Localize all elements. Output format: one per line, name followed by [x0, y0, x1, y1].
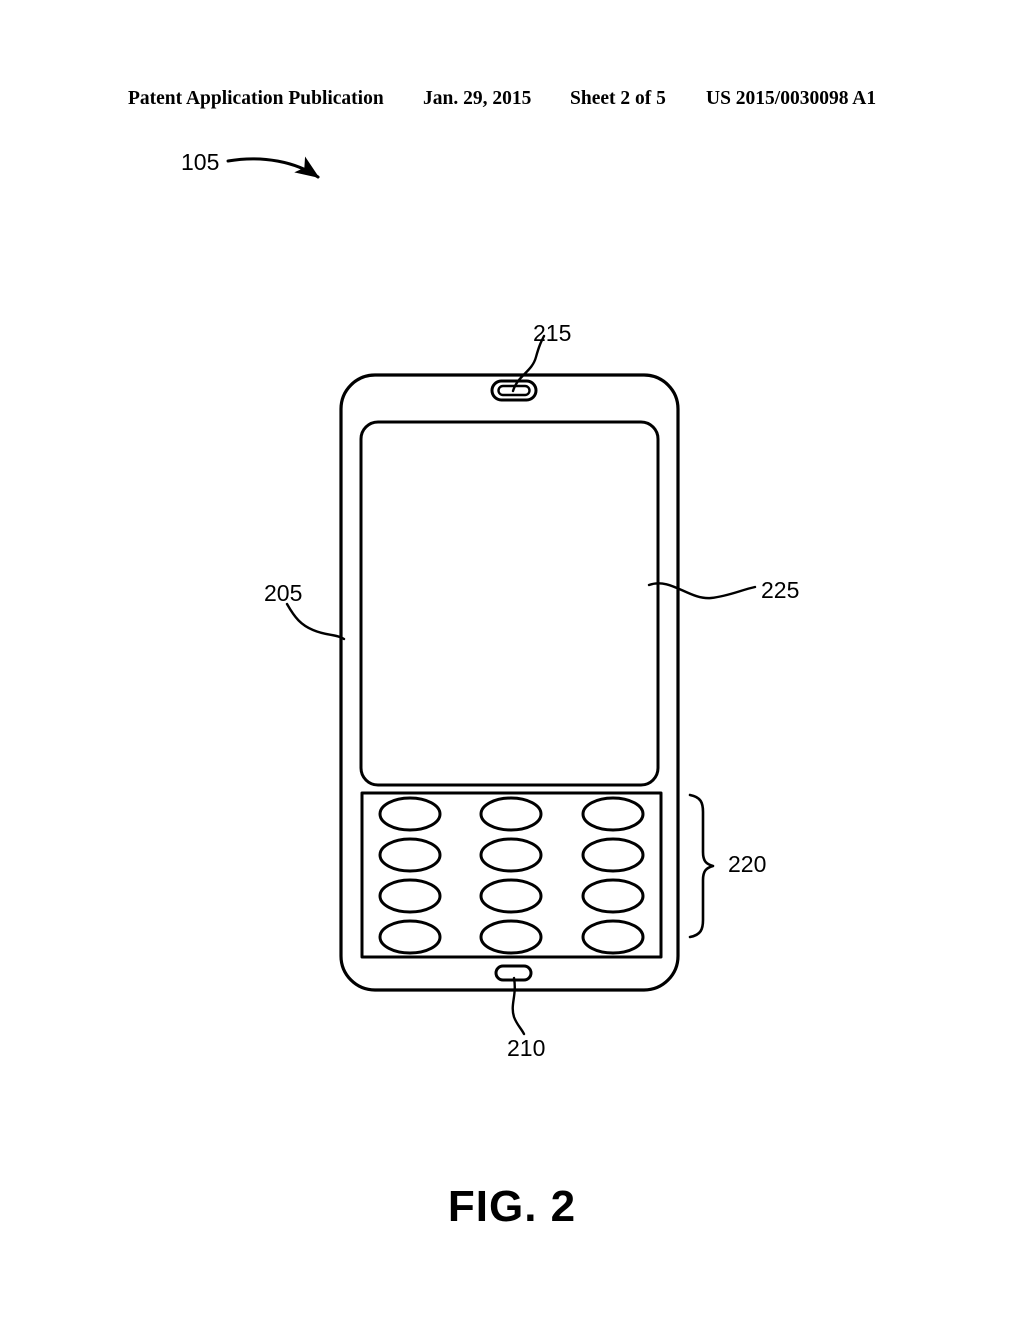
leader-line-205	[285, 602, 346, 641]
reference-numeral-215: 215	[533, 320, 572, 346]
keypad-key	[479, 919, 543, 955]
keypad-key	[581, 878, 645, 914]
figure-caption: FIG. 2	[447, 1182, 577, 1231]
keypad-brace-220	[688, 793, 715, 939]
keypad-key	[378, 919, 442, 955]
keypad-key	[378, 837, 442, 873]
keypad-key	[479, 796, 543, 832]
figure-drawing	[226, 156, 757, 1036]
patent-drawing-sheet: Patent Application Publication Jan. 29, …	[0, 0, 1024, 1320]
reference-numeral-210: 210	[507, 1035, 546, 1061]
keypad-key	[378, 878, 442, 914]
keypad-key	[581, 837, 645, 873]
keypad-key	[479, 878, 543, 914]
reference-numeral-225: 225	[761, 577, 800, 603]
display-screen-outline	[359, 420, 660, 787]
keypad-key	[378, 796, 442, 832]
reference-numeral-105: 105	[181, 149, 220, 175]
keypad-key	[581, 919, 645, 955]
keypad-key	[479, 837, 543, 873]
reference-numeral-205: 205	[264, 580, 303, 606]
reference-numeral-220: 220	[728, 851, 767, 877]
keypad-key	[581, 796, 645, 832]
leader-line-105	[226, 156, 320, 179]
